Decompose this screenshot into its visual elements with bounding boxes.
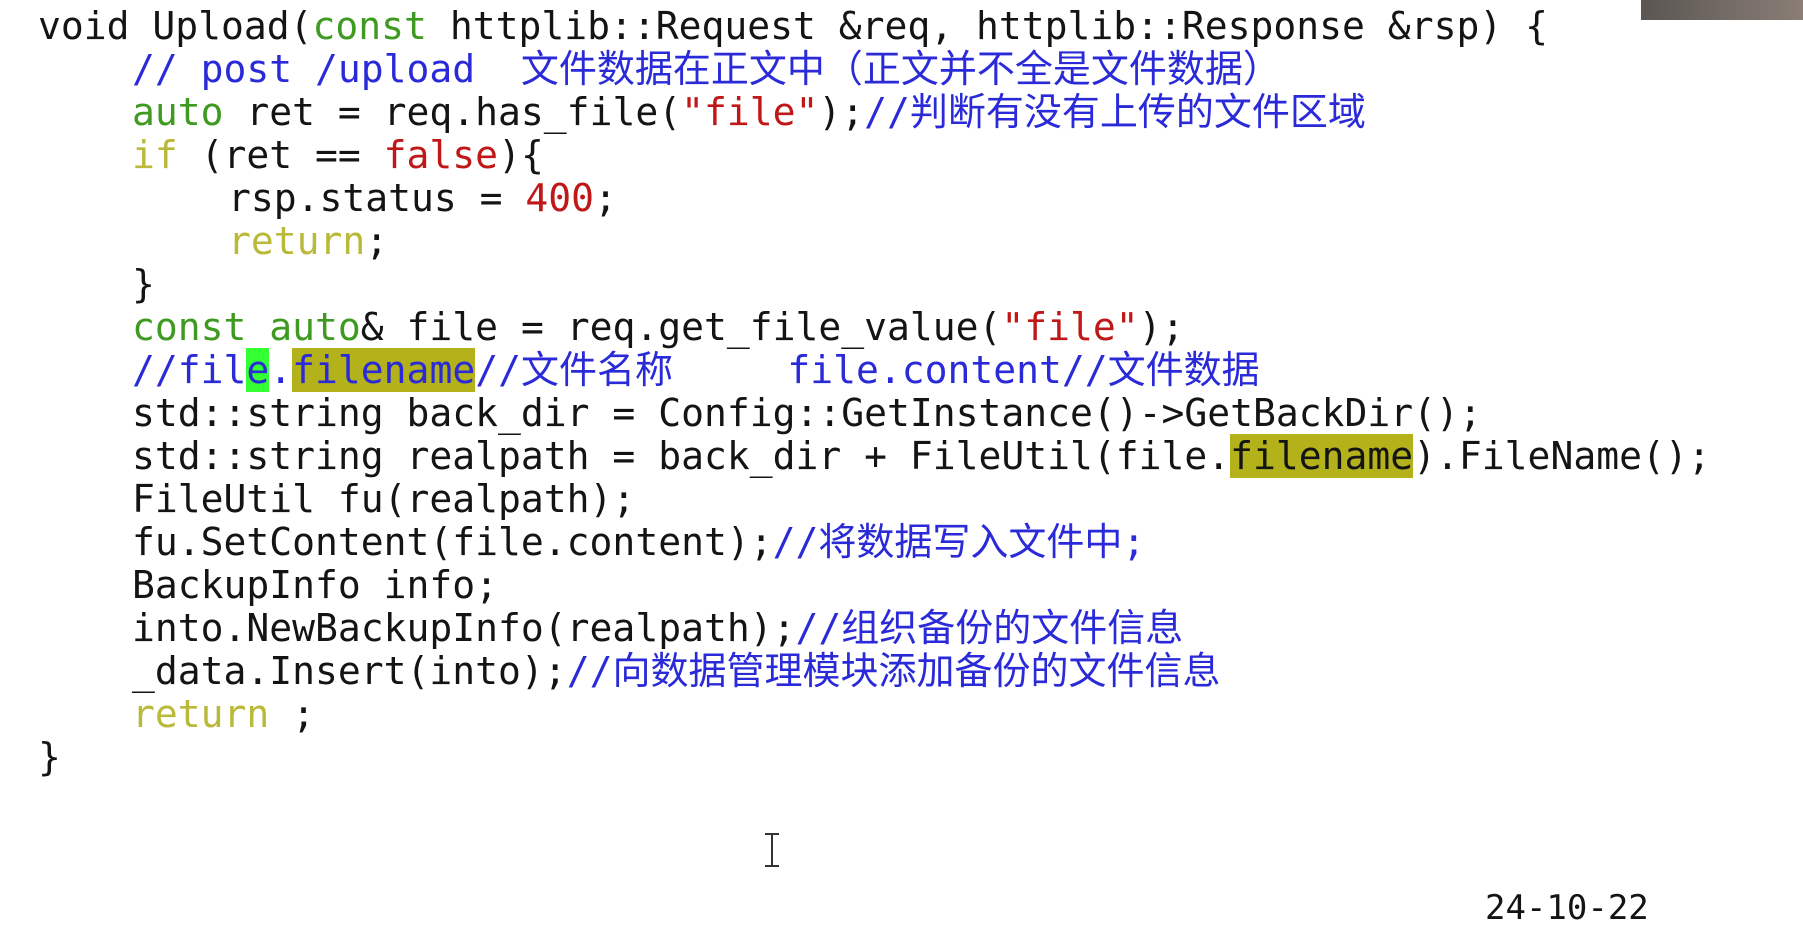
code-comment: //判断有没有上传的文件区域 xyxy=(864,90,1366,134)
code-line-1: void Upload(const httplib::Request &req,… xyxy=(38,2,1548,51)
code-line-6: return; xyxy=(228,217,388,266)
code-text: ret = req.has_file( xyxy=(223,90,682,134)
code-text: httplib::Request &req, httplib::Response… xyxy=(426,4,1548,48)
code-text: into.NewBackupInfo(realpath); xyxy=(132,606,796,650)
code-text: std::string realpath = back_dir + FileUt… xyxy=(132,434,1231,478)
code-text: } xyxy=(38,735,61,779)
code-line-4: if (ret == false){ xyxy=(132,131,544,180)
code-text: BackupInfo info; xyxy=(132,563,499,607)
i-beam-cursor-icon xyxy=(765,833,779,867)
code-comment: //组织备份的文件信息 xyxy=(795,606,1184,650)
keyword-return: return xyxy=(228,219,366,263)
string-literal: "file" xyxy=(1001,305,1139,349)
code-text: ; xyxy=(269,692,316,736)
code-line-5: rsp.status = 400; xyxy=(228,174,617,223)
code-comment: //fil xyxy=(132,348,247,392)
code-text: ); xyxy=(1138,305,1185,349)
code-line-2: // post /upload 文件数据在正文中（正文并不全是文件数据） xyxy=(132,45,1281,94)
string-literal: "file" xyxy=(681,90,819,134)
code-text: ; xyxy=(365,219,389,263)
code-line-3: auto ret = req.has_file("file");//判断有没有上… xyxy=(132,88,1366,137)
code-text: ){ xyxy=(498,133,544,177)
code-line-15: into.NewBackupInfo(realpath);//组织备份的文件信息 xyxy=(132,604,1183,653)
code-text: _data.Insert(into); xyxy=(132,649,567,693)
code-line-14: BackupInfo info; xyxy=(132,561,498,610)
keyword-const: const xyxy=(132,305,247,349)
code-comment: //文件名称 file.content//文件数据 xyxy=(475,348,1260,392)
keyword-auto: auto xyxy=(269,305,361,349)
webcam-overlay xyxy=(1641,0,1803,20)
code-text: } xyxy=(132,262,155,306)
code-comment: . xyxy=(269,348,293,392)
keyword-return: return xyxy=(132,692,270,736)
code-text: & file = req.get_file_value( xyxy=(360,305,1002,349)
code-text: fu.SetContent(file.content); xyxy=(132,520,773,564)
code-line-8: const auto& file = req.get_file_value("f… xyxy=(132,303,1184,352)
code-comment: //将数据写入文件中; xyxy=(772,520,1146,564)
keyword-auto: auto xyxy=(132,90,224,134)
code-line-12: FileUtil fu(realpath); xyxy=(132,475,635,524)
cursor-selection: e xyxy=(246,348,270,392)
number-literal: 400 xyxy=(525,176,595,220)
code-line-16: _data.Insert(into);//向数据管理模块添加备份的文件信息 xyxy=(132,647,1220,696)
highlighted-word: filename xyxy=(1230,434,1414,478)
code-text: ).FileName(); xyxy=(1413,434,1711,478)
code-text: (ret == xyxy=(177,133,384,177)
keyword-if: if xyxy=(132,133,178,177)
code-line-13: fu.SetContent(file.content);//将数据写入文件中; xyxy=(132,518,1145,567)
code-line-10: std::string back_dir = Config::GetInstan… xyxy=(132,389,1482,438)
code-line-11: std::string realpath = back_dir + FileUt… xyxy=(132,432,1711,481)
highlighted-word: filename xyxy=(292,348,476,392)
keyword-const: const xyxy=(312,4,427,48)
code-line-17: return ; xyxy=(132,690,315,739)
code-line-7: } xyxy=(132,260,155,309)
code-text: rsp.status = xyxy=(228,176,526,220)
code-text: ); xyxy=(818,90,865,134)
code-line-18: } xyxy=(38,733,61,782)
code-text: FileUtil fu(realpath); xyxy=(132,477,636,521)
code-comment: // post /upload 文件数据在正文中（正文并不全是文件数据） xyxy=(132,47,1281,91)
literal-false: false xyxy=(383,133,499,177)
timestamp: 24-10-22 xyxy=(1485,888,1649,928)
code-comment: //向数据管理模块添加备份的文件信息 xyxy=(566,649,1221,693)
code-line-9: //file.filename//文件名称 file.content//文件数据 xyxy=(132,346,1260,395)
code-editor[interactable]: void Upload(const httplib::Request &req,… xyxy=(0,0,1803,906)
code-text: ; xyxy=(594,176,617,220)
code-text: void Upload( xyxy=(38,4,313,48)
code-text: std::string back_dir = Config::GetInstan… xyxy=(132,391,1482,435)
